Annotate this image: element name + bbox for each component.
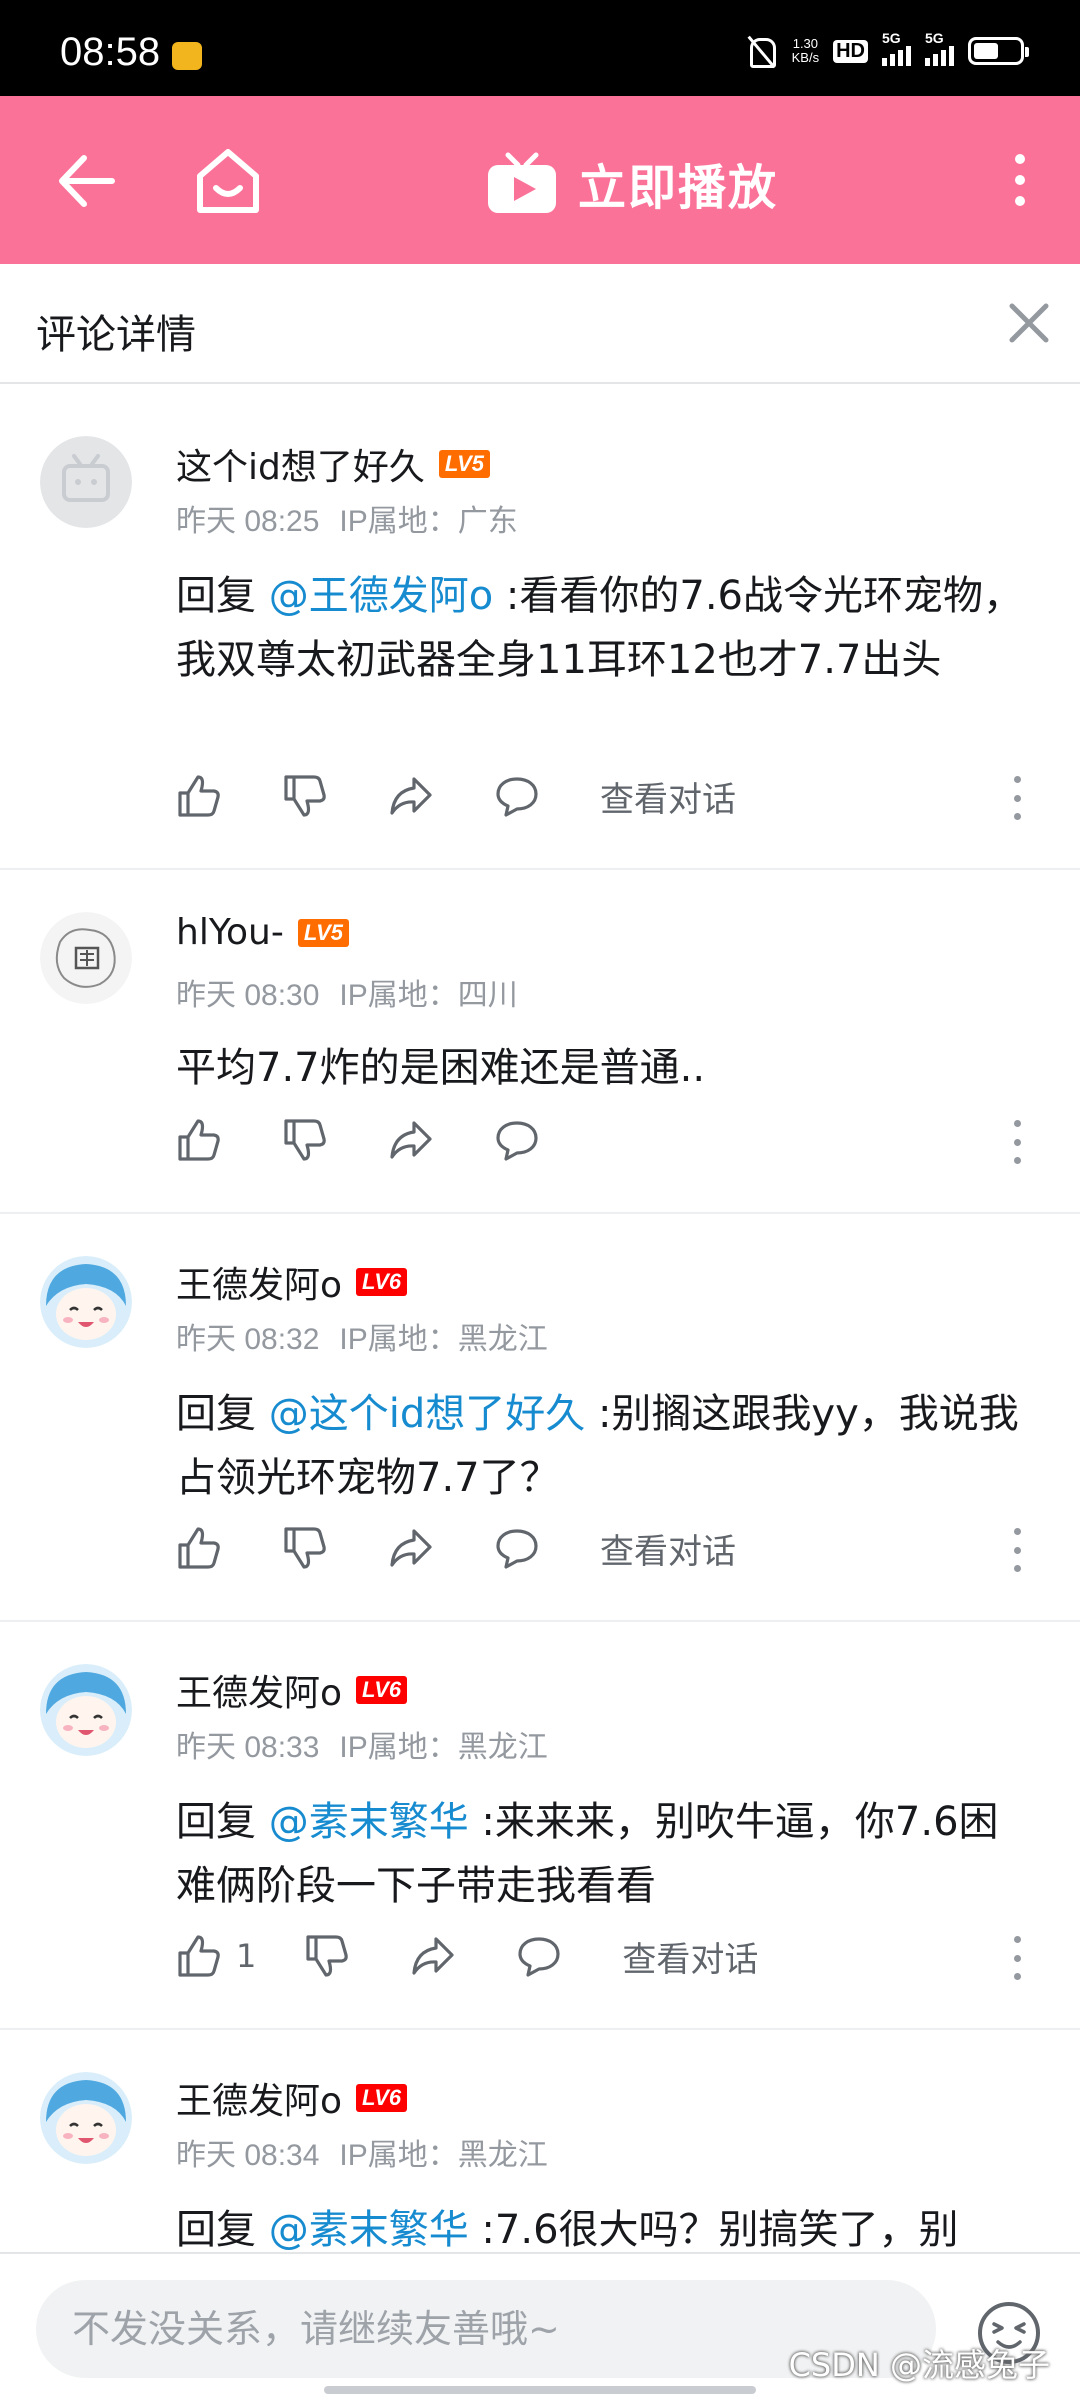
view-conversation-link[interactable]: 查看对话 <box>600 1524 736 1573</box>
comment-text: 回复 @这个id想了好久 :别搁这跟我yy，我说我占领光环宠物7.7了？ <box>176 1391 1019 1501</box>
signal-icon: 5G <box>882 30 911 66</box>
comment-more-icon[interactable] <box>1012 1528 1022 1572</box>
level-badge: LV6 <box>356 1676 408 1704</box>
app-notification-icon <box>172 42 202 70</box>
like-count: 1 <box>236 1937 257 1975</box>
signal-icon: 5G <box>925 30 954 66</box>
level-badge: LV5 <box>297 918 349 947</box>
home-indicator[interactable] <box>324 2386 756 2394</box>
dislike-icon[interactable] <box>282 773 328 819</box>
avatar[interactable] <box>40 2072 132 2164</box>
ip-location: IP属地：黑龙江 <box>339 2139 548 2172</box>
mention-link[interactable]: @素末繁华 <box>269 2207 469 2253</box>
top-app-bar: 立即播放 <box>0 96 1080 264</box>
comment-more-icon[interactable] <box>1012 776 1022 820</box>
home-icon[interactable] <box>190 142 266 218</box>
comment-actions: 1 查看对话 <box>176 1928 758 1984</box>
network-speed: 1.30 KB/s <box>791 36 820 65</box>
reply-icon[interactable] <box>516 1933 562 1979</box>
mention-link[interactable]: @王德发阿o <box>269 573 493 619</box>
like-icon[interactable] <box>176 1117 222 1163</box>
ip-location: IP属地：四川 <box>339 979 518 1012</box>
like-icon[interactable] <box>176 773 222 819</box>
username[interactable]: 这个id想了好久 <box>176 438 425 490</box>
mute-icon <box>744 34 778 68</box>
like-icon[interactable] <box>176 1933 222 1979</box>
view-conversation-link[interactable]: 查看对话 <box>622 1932 758 1981</box>
share-icon[interactable] <box>388 773 434 819</box>
play-now-label: 立即播放 <box>578 160 779 216</box>
hd-icon: HD <box>833 39 868 63</box>
reply-icon[interactable] <box>494 1525 540 1571</box>
status-icons: 1.30 KB/s HD 5G 5G <box>744 30 1029 68</box>
comment-detail-header: 评论详情 <box>0 264 1080 384</box>
share-icon[interactable] <box>410 1933 456 1979</box>
mention-link[interactable]: @这个id想了好久 <box>269 1391 586 1437</box>
comment-time: 昨天 08:30 <box>176 979 320 1012</box>
level-badge: LV6 <box>356 1268 408 1296</box>
panel-title: 评论详情 <box>36 312 196 358</box>
like-icon[interactable] <box>176 1525 222 1571</box>
view-conversation-link[interactable]: 查看对话 <box>600 772 736 821</box>
dislike-icon[interactable] <box>282 1525 328 1571</box>
avatar[interactable] <box>40 436 132 528</box>
battery-icon <box>968 37 1029 65</box>
comment-item: hlYou- LV5 昨天 08:30 IP属地：四川 平均7.7炸的是困难还是… <box>0 872 1080 1214</box>
comment-text: 回复 @素末繁华 :来来来，别吹牛逼，你7.6困难俩阶段一下子带走我看看 <box>176 1799 999 1909</box>
share-icon[interactable] <box>388 1525 434 1571</box>
comment-more-icon[interactable] <box>1012 1936 1022 1980</box>
comment-item: 这个id想了好久 LV5 昨天 08:25 IP属地：广东 回复 @王德发阿o … <box>0 398 1080 870</box>
more-options-icon[interactable] <box>1000 150 1040 210</box>
comment-actions <box>176 1112 600 1168</box>
comment-time: 昨天 08:25 <box>176 505 320 538</box>
comment-time: 昨天 08:33 <box>176 1731 320 1764</box>
comment-actions: 查看对话 <box>176 768 736 824</box>
watermark: CSDN @流感兔子 <box>788 2346 1050 2384</box>
username[interactable]: 王德发阿o <box>176 2072 342 2124</box>
comment-item: 王德发阿o LV6 昨天 08:33 IP属地：黑龙江 回复 @素末繁华 :来来… <box>0 1624 1080 2030</box>
avatar[interactable] <box>40 1664 132 1756</box>
comment-text: 回复 @王德发阿o :看看你的7.6战令光环宠物，我双尊太初武器全身11耳环12… <box>176 573 1024 683</box>
mention-link[interactable]: @素末繁华 <box>269 1799 469 1845</box>
dislike-icon[interactable] <box>282 1117 328 1163</box>
comment-time: 昨天 08:32 <box>176 1323 320 1356</box>
tv-play-icon <box>488 152 556 213</box>
comment-actions: 查看对话 <box>176 1520 736 1576</box>
ip-location: IP属地：广东 <box>339 505 518 538</box>
status-bar: 08:58 1.30 KB/s HD 5G 5G <box>0 0 1080 96</box>
level-badge: LV5 <box>438 450 490 478</box>
comment-time: 昨天 08:34 <box>176 2139 320 2172</box>
username[interactable]: hlYou- <box>176 912 284 953</box>
comment-item: 王德发阿o LV6 昨天 08:32 IP属地：黑龙江 回复 @这个id想了好久… <box>0 1216 1080 1622</box>
username[interactable]: 王德发阿o <box>176 1256 342 1308</box>
comment-text: 平均7.7炸的是困难还是普通.. <box>176 1045 706 1091</box>
dislike-icon[interactable] <box>304 1933 350 1979</box>
username[interactable]: 王德发阿o <box>176 1664 342 1716</box>
reply-icon[interactable] <box>494 773 540 819</box>
share-icon[interactable] <box>388 1117 434 1163</box>
play-now-button[interactable]: 立即播放 <box>486 148 778 218</box>
close-icon[interactable] <box>1004 298 1054 348</box>
avatar[interactable] <box>40 912 132 1004</box>
status-time: 08:58 <box>60 30 161 74</box>
avatar[interactable] <box>40 1256 132 1348</box>
ip-location: IP属地：黑龙江 <box>339 1731 548 1764</box>
level-badge: LV6 <box>356 2084 408 2112</box>
ip-location: IP属地：黑龙江 <box>339 1323 548 1356</box>
reply-icon[interactable] <box>494 1117 540 1163</box>
comment-more-icon[interactable] <box>1012 1120 1022 1164</box>
back-arrow-icon[interactable] <box>50 146 120 216</box>
